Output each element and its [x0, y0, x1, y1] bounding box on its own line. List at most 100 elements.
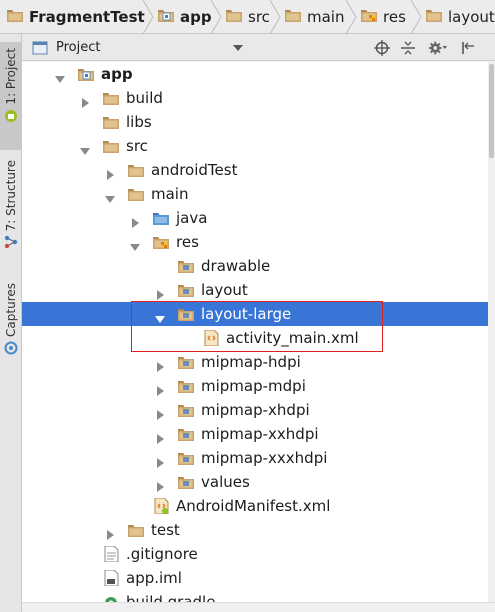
expanded-arrow-icon[interactable] — [155, 309, 165, 323]
breadcrumb-item-src[interactable]: src — [225, 0, 270, 34]
folder-icon — [127, 186, 145, 202]
folder-icon — [225, 7, 243, 27]
tree-item-activity-main-xml[interactable]: activity_main.xml — [22, 326, 488, 350]
tree-item-libs[interactable]: libs — [22, 110, 488, 134]
breadcrumb-separator — [269, 0, 281, 35]
tree-item-androidtest[interactable]: androidTest — [22, 158, 488, 182]
breadcrumb-separator — [345, 0, 357, 35]
collapsed-arrow-icon[interactable] — [155, 405, 165, 420]
breadcrumb-item-layout-[interactable]: layout- — [425, 0, 495, 34]
tree-item-mipmap-hdpi[interactable]: mipmap-hdpi — [22, 350, 488, 374]
tree-item-mipmap-xhdpi[interactable]: mipmap-xhdpi — [22, 398, 488, 422]
manifest-xml-icon — [152, 497, 170, 515]
dropdown-arrow-icon[interactable] — [228, 38, 248, 58]
collapsed-arrow-icon[interactable] — [155, 429, 165, 444]
package-folder-icon — [177, 426, 195, 442]
tree-item-mipmap-xxxhdpi[interactable]: mipmap-xxxhdpi — [22, 446, 488, 470]
tab-structure[interactable]: 7: Structure — [0, 154, 22, 256]
tree-item-java[interactable]: java — [22, 206, 488, 230]
breadcrumb-label: layout- — [448, 8, 495, 26]
collapsed-arrow-icon[interactable] — [155, 381, 165, 396]
collapse-all-icon[interactable] — [398, 38, 418, 58]
tree-item-app[interactable]: app — [22, 62, 488, 86]
vertical-scrollbar-thumb[interactable] — [489, 64, 494, 158]
settings-gear-icon[interactable] — [428, 38, 448, 58]
collapsed-arrow-icon[interactable] — [155, 453, 165, 468]
collapsed-arrow-icon[interactable] — [155, 285, 165, 300]
locate-icon[interactable] — [372, 38, 392, 58]
text-file-icon — [102, 545, 120, 563]
tree-item-label: mipmap-xxxhdpi — [201, 449, 328, 467]
tree-item-label: activity_main.xml — [226, 329, 359, 347]
collapsed-arrow-icon[interactable] — [105, 165, 115, 180]
tree-item-drawable[interactable]: drawable — [22, 254, 488, 278]
package-folder-icon — [177, 306, 195, 322]
breadcrumb-item-fragmenttest[interactable]: FragmentTest — [6, 0, 145, 34]
folder-icon — [102, 90, 120, 106]
tab-project[interactable]: 1: Project — [0, 42, 22, 150]
expanded-arrow-icon[interactable] — [130, 237, 140, 251]
tree-item-label: androidTest — [151, 161, 238, 179]
tree-item-label: mipmap-xxhdpi — [201, 425, 319, 443]
package-folder-icon — [177, 354, 195, 370]
tree-item-layout-large[interactable]: layout-large — [22, 302, 488, 326]
tree-item-mipmap-mdpi[interactable]: mipmap-mdpi — [22, 374, 488, 398]
tree-item-label: app — [101, 65, 133, 83]
hide-panel-icon[interactable] — [458, 38, 478, 58]
package-folder-icon — [177, 402, 195, 418]
expanded-arrow-icon[interactable] — [80, 141, 90, 155]
tree-item-label: java — [176, 209, 208, 227]
tab-captures-label: Captures — [4, 283, 18, 337]
horizontal-scrollbar[interactable] — [22, 602, 495, 612]
resource-folder-icon — [152, 234, 170, 250]
tree-item-layout[interactable]: layout — [22, 278, 488, 302]
package-folder-icon — [177, 378, 195, 394]
tree-item-label: mipmap-xhdpi — [201, 401, 310, 419]
tab-captures[interactable]: Captures — [0, 279, 22, 361]
package-folder-icon — [177, 450, 195, 466]
package-folder-icon — [177, 474, 195, 490]
tree-item-src[interactable]: src — [22, 134, 488, 158]
breadcrumb-label: FragmentTest — [29, 8, 145, 26]
project-folder-icon — [6, 7, 24, 27]
tree-item-res[interactable]: res — [22, 230, 488, 254]
breadcrumb-item-main[interactable]: main — [284, 0, 344, 34]
folder-icon — [102, 114, 120, 130]
structure-icon — [4, 236, 18, 249]
tree-item-label: mipmap-mdpi — [201, 377, 306, 395]
collapsed-arrow-icon[interactable] — [105, 525, 115, 540]
breadcrumb-separator — [210, 0, 222, 35]
collapsed-arrow-icon[interactable] — [130, 213, 140, 228]
tree-item-main[interactable]: main — [22, 182, 488, 206]
tree-item-label: app.iml — [126, 569, 182, 587]
breadcrumb-separator — [142, 0, 154, 35]
folder-icon — [127, 522, 145, 538]
collapsed-arrow-icon[interactable] — [155, 357, 165, 372]
collapsed-arrow-icon[interactable] — [80, 93, 90, 108]
breadcrumb-separator — [410, 0, 422, 35]
android-icon — [5, 109, 17, 122]
project-view-icon[interactable] — [30, 38, 50, 58]
tree-item-build[interactable]: build — [22, 86, 488, 110]
project-tree: app build libs src androidTest main java res dra… — [22, 62, 495, 612]
layout-xml-icon — [202, 329, 220, 347]
tree-item-test[interactable]: test — [22, 518, 488, 542]
breadcrumb: FragmentTest app src main res layout- — [0, 0, 495, 35]
module-folder-icon — [157, 7, 175, 27]
module-folder-icon — [77, 66, 95, 82]
folder-icon — [102, 138, 120, 154]
breadcrumb-item-app[interactable]: app — [157, 0, 212, 34]
expanded-arrow-icon[interactable] — [105, 189, 115, 203]
expanded-arrow-icon[interactable] — [55, 69, 65, 83]
tree-item-mipmap-xxhdpi[interactable]: mipmap-xxhdpi — [22, 422, 488, 446]
tree-item-label: main — [151, 185, 189, 203]
breadcrumb-item-res[interactable]: res — [360, 0, 406, 34]
tree-item-gitignore[interactable]: .gitignore — [22, 542, 488, 566]
tree-item-app-iml[interactable]: app.iml — [22, 566, 488, 590]
tree-item-label: test — [151, 521, 180, 539]
tree-item-androidmanifest-xml[interactable]: AndroidManifest.xml — [22, 494, 488, 518]
tree-item-values[interactable]: values — [22, 470, 488, 494]
folder-icon — [425, 7, 443, 27]
collapsed-arrow-icon[interactable] — [155, 477, 165, 492]
project-view-title[interactable]: Project — [56, 34, 100, 61]
